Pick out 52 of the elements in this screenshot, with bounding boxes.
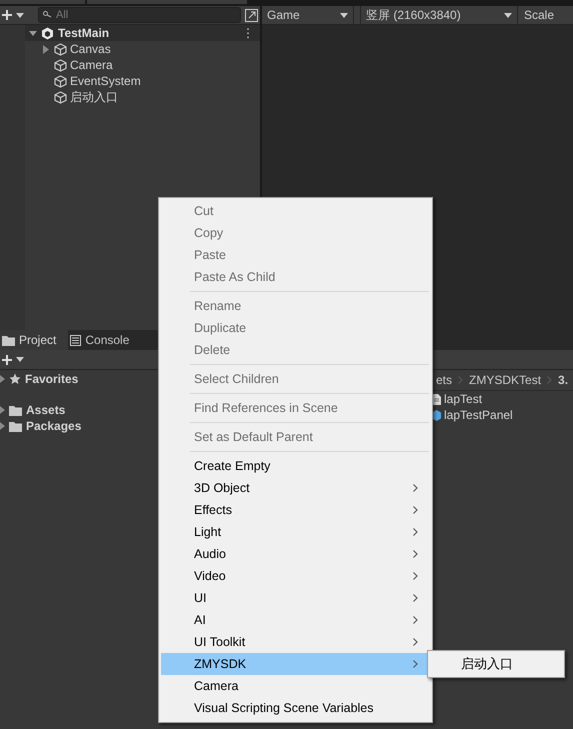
folder-icon <box>9 420 22 432</box>
collapsed-arrow-icon[interactable] <box>0 375 5 383</box>
hierarchy-item[interactable]: Canvas <box>70 42 111 56</box>
asset-item[interactable]: lapTest <box>444 392 482 406</box>
gameobject-cube-icon <box>54 90 67 104</box>
expanded-arrow-icon <box>29 30 37 36</box>
gameobject-cube-icon <box>54 74 67 88</box>
folder-icon <box>2 334 15 346</box>
project-tree-item[interactable]: Assets <box>26 403 66 417</box>
menu-item[interactable]: Visual Scripting Scene Variables <box>161 697 427 719</box>
hierarchy-item[interactable]: 启动入口 <box>70 88 118 106</box>
menu-item[interactable]: UI <box>161 587 427 609</box>
star-icon <box>9 373 21 385</box>
menu-item[interactable]: Light <box>161 521 427 543</box>
hierarchy-item[interactable]: Camera <box>70 58 113 72</box>
menu-item[interactable]: ZMYSDK <box>161 653 427 675</box>
expand-arrow-icon[interactable] <box>43 44 49 54</box>
resolution-dropdown[interactable]: 竖屏 (2160x3840) <box>360 6 518 24</box>
caret-icon <box>504 12 512 18</box>
maximize-icon[interactable] <box>245 8 258 22</box>
hierarchy-item[interactable]: EventSystem <box>70 74 141 88</box>
gameobject-cube-icon <box>54 42 67 56</box>
plus-icon[interactable] <box>2 354 12 364</box>
menu-item[interactable]: Create Empty <box>161 455 427 477</box>
menu-item[interactable]: Effects <box>161 499 427 521</box>
panel-tab[interactable]: Project <box>0 330 68 350</box>
menu-item[interactable]: UI Toolkit <box>161 631 427 653</box>
folder-icon <box>9 404 22 416</box>
menu-item[interactable]: AI <box>161 609 427 631</box>
scene-title: TestMain <box>58 26 110 40</box>
menu-item[interactable]: 启动入口 <box>428 653 564 675</box>
caret-icon <box>340 12 348 18</box>
project-tree-item[interactable]: Packages <box>26 419 82 433</box>
gameobject-cube-icon <box>54 58 67 72</box>
menu-item[interactable]: Video <box>161 565 427 587</box>
plus-icon[interactable] <box>2 10 12 20</box>
search-icon <box>43 11 52 18</box>
menu-item[interactable]: Audio <box>161 543 427 565</box>
search-field[interactable]: All <box>38 7 241 23</box>
caret-icon <box>16 357 24 362</box>
more-options-button[interactable]: ⋮ <box>242 26 254 40</box>
breadcrumb-item[interactable]: ets <box>436 373 452 387</box>
caret-icon <box>16 12 24 18</box>
breadcrumb-item[interactable]: ZMYSDKTest <box>469 373 542 387</box>
asset-item[interactable]: lapTestPanel <box>444 408 513 422</box>
menu-item[interactable]: Camera <box>161 675 427 697</box>
menu-item[interactable]: 3D Object <box>161 477 427 499</box>
console-icon <box>70 334 82 346</box>
project-tree-item[interactable]: Favorites <box>25 372 78 386</box>
display-dropdown[interactable]: Game <box>262 6 354 24</box>
scale-label: Scale <box>524 8 554 22</box>
breadcrumb-item[interactable]: 3. <box>558 373 568 387</box>
